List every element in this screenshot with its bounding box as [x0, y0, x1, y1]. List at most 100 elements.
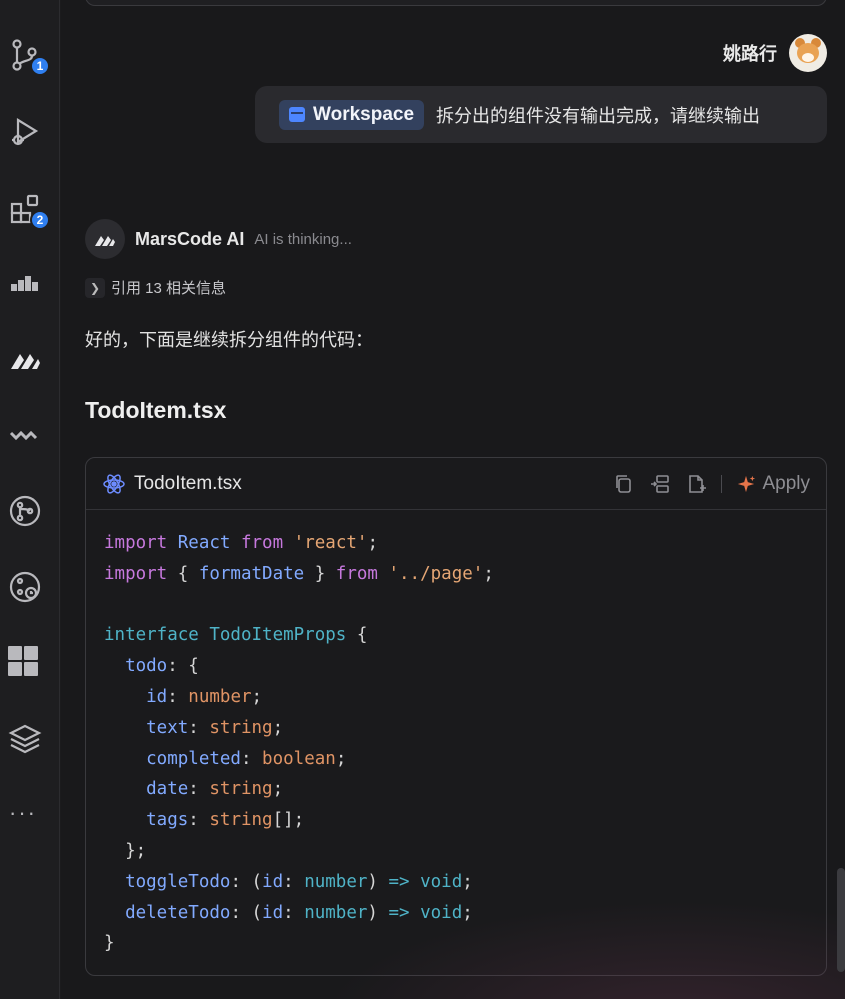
- code-line: import { formatDate } from '../page';: [104, 559, 808, 590]
- workspace-icon: [289, 107, 305, 122]
- new-file-icon[interactable]: [685, 473, 707, 495]
- marscode-logo-icon: [85, 219, 125, 259]
- sparkle-icon: [738, 475, 756, 492]
- code-token: import: [104, 563, 168, 584]
- code-token: React: [167, 533, 241, 553]
- previous-message-card: [85, 0, 827, 6]
- code-token: =>: [388, 871, 410, 892]
- code-token: ): [367, 902, 389, 923]
- code-token: string: [209, 717, 273, 738]
- code-token: ;: [483, 563, 494, 584]
- code-line: }: [104, 928, 808, 959]
- code-line: };: [104, 836, 808, 867]
- code-token: tags: [104, 810, 189, 831]
- scrollbar[interactable]: [837, 868, 845, 972]
- code-line: interface TodoItemProps {: [104, 620, 808, 651]
- code-token: :: [188, 717, 210, 738]
- wave-icon[interactable]: [2, 412, 48, 458]
- code-block: TodoItem.tsx Apply import React from 're…: [85, 457, 827, 976]
- code-token: :: [283, 902, 305, 923]
- code-line: tags: string[];: [104, 805, 808, 836]
- layers-icon[interactable]: [2, 716, 48, 762]
- activity-bar: 1 2 ···: [0, 0, 60, 999]
- apply-button[interactable]: Apply: [736, 473, 810, 495]
- insert-icon[interactable]: [649, 473, 671, 495]
- source-control-badge: 1: [30, 56, 50, 76]
- code-line: id: number;: [104, 682, 808, 713]
- ai-status: AI is thinking...: [254, 230, 352, 248]
- workspace-chip[interactable]: Workspace: [279, 99, 425, 130]
- git-graph-icon[interactable]: [2, 488, 48, 534]
- chat-panel: 姚路行 Workspace 拆分出的组件没有输出完成，请继续输出 MarsCod…: [61, 0, 845, 999]
- code-token: void: [409, 871, 463, 892]
- code-token: {: [167, 563, 199, 584]
- code-token: TodoItemProps: [198, 625, 347, 646]
- code-token: [];: [272, 810, 305, 831]
- code-token: interface: [104, 625, 199, 646]
- run-debug-icon[interactable]: [2, 108, 48, 154]
- extensions-icon[interactable]: 2: [2, 186, 50, 232]
- code-actions: Apply: [613, 473, 810, 495]
- code-token: ): [367, 871, 389, 892]
- references-toggle[interactable]: ❯ 引用 13 相关信息: [85, 277, 226, 298]
- code-token: : (: [230, 902, 263, 923]
- code-body: import React from 'react'; import { forma…: [86, 510, 826, 959]
- git-history-icon[interactable]: [2, 564, 48, 610]
- code-line: completed: boolean;: [104, 744, 808, 775]
- grid-icon[interactable]: [0, 638, 46, 684]
- chevron-right-icon: ❯: [85, 277, 105, 298]
- code-token: ;: [367, 533, 378, 553]
- code-line: text: string;: [104, 713, 808, 744]
- code-token: number: [304, 871, 368, 892]
- code-token: import: [104, 533, 168, 553]
- marscode-blocks-icon[interactable]: [2, 260, 48, 306]
- user-header: 姚路行: [723, 34, 827, 72]
- user-message-bubble: Workspace 拆分出的组件没有输出完成，请继续输出: [255, 86, 827, 143]
- code-line: date: string;: [104, 774, 808, 805]
- code-token: : (: [230, 871, 263, 892]
- divider: [721, 474, 723, 493]
- code-token: from: [335, 563, 378, 584]
- code-token: id: [262, 871, 284, 892]
- code-token: ;: [272, 779, 284, 800]
- code-token: string: [209, 779, 273, 800]
- code-token: ;: [462, 902, 473, 923]
- source-control-icon[interactable]: 1: [2, 32, 50, 78]
- code-token: :: [240, 748, 263, 769]
- code-token: number: [304, 902, 368, 923]
- code-token: :: [188, 810, 210, 831]
- code-token: todo: [104, 656, 168, 677]
- code-token: '../page': [377, 563, 484, 584]
- apply-label: Apply: [762, 472, 810, 494]
- answer-text: 好的，下面是继续拆分组件的代码：: [85, 330, 373, 350]
- ai-name: MarsCode AI: [135, 228, 245, 249]
- user-name: 姚路行: [723, 44, 777, 64]
- react-icon: [103, 473, 125, 494]
- avatar[interactable]: [789, 34, 827, 72]
- code-token: ;: [335, 748, 347, 769]
- code-file-name: TodoItem.tsx: [134, 472, 242, 494]
- code-token: }: [104, 933, 115, 954]
- ai-header: MarsCode AI AI is thinking...: [85, 219, 352, 259]
- code-token: void: [409, 902, 463, 923]
- references-label: 引用 13 相关信息: [111, 280, 227, 297]
- copy-icon[interactable]: [613, 473, 635, 495]
- code-token: deleteTodo: [104, 902, 231, 923]
- code-block-header: TodoItem.tsx Apply: [86, 458, 826, 510]
- code-token: }: [304, 563, 336, 584]
- code-token: :: [283, 871, 305, 892]
- code-token: {: [346, 625, 368, 646]
- code-token: from: [240, 533, 284, 553]
- code-token: ;: [272, 717, 284, 738]
- code-token: ;: [462, 871, 473, 892]
- user-message-text: 拆分出的组件没有输出完成，请继续输出: [436, 105, 761, 126]
- code-token: date: [104, 779, 189, 800]
- code-token: completed: [104, 748, 241, 769]
- code-token: string: [209, 810, 273, 831]
- more-icon[interactable]: ···: [0, 790, 46, 836]
- code-token: : {: [167, 656, 199, 677]
- code-token: :: [188, 779, 210, 800]
- marscode-ai-icon[interactable]: [2, 336, 48, 382]
- code-token: :: [167, 686, 189, 707]
